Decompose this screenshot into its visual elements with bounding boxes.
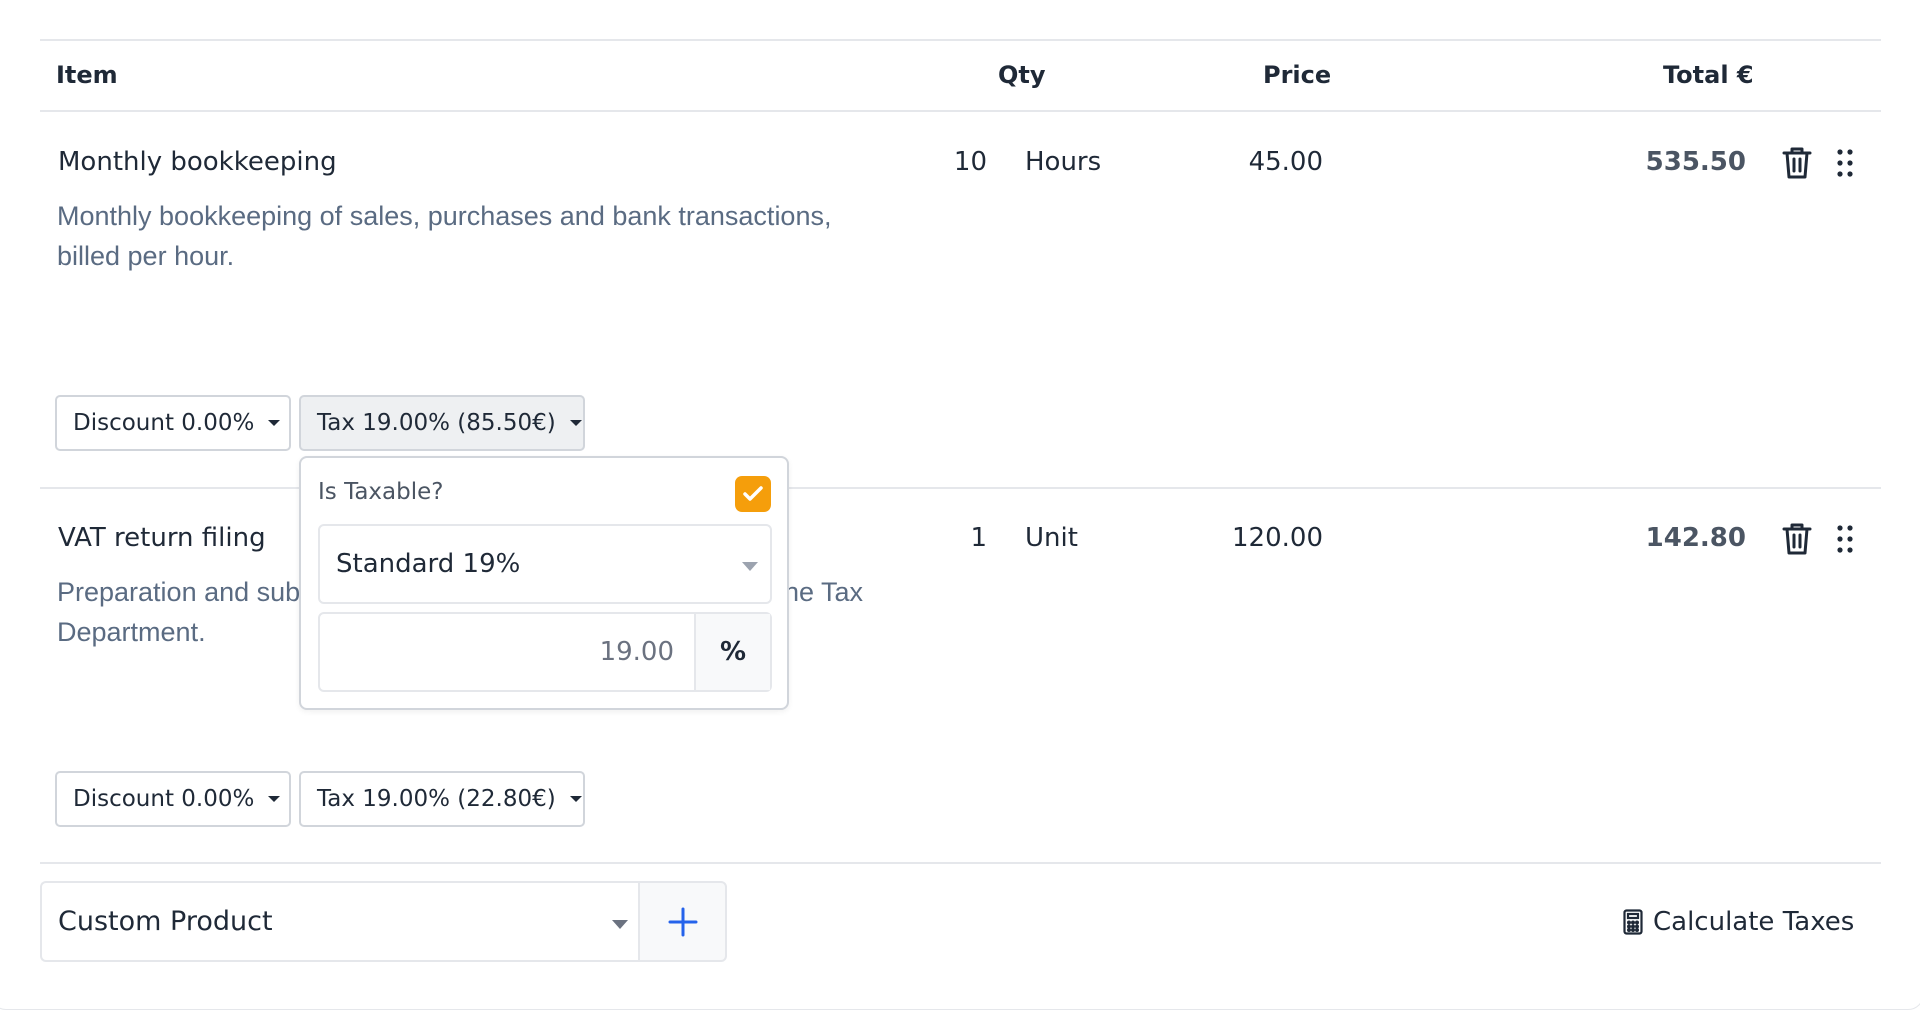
line-item-price[interactable]: 45.00 bbox=[1163, 147, 1323, 177]
line-item-title[interactable]: VAT return filing bbox=[58, 523, 266, 553]
plus-icon bbox=[668, 907, 697, 936]
line-item-title[interactable]: Monthly bookkeeping bbox=[58, 147, 337, 177]
line-item-qty[interactable]: 10 bbox=[927, 147, 987, 177]
calculate-taxes-button[interactable]: Calculate Taxes bbox=[1623, 903, 1854, 941]
trash-icon[interactable] bbox=[1777, 519, 1817, 559]
add-product-button[interactable] bbox=[638, 881, 727, 962]
chevron-down-icon bbox=[612, 920, 628, 929]
discount-dropdown[interactable]: Discount 0.00% bbox=[55, 395, 291, 451]
line-item-total: 142.80 bbox=[1645, 523, 1746, 553]
line-item-description-tail[interactable]: he Tax bbox=[784, 572, 904, 612]
column-header-item: Item bbox=[56, 61, 118, 89]
is-taxable-label: Is Taxable? bbox=[318, 479, 444, 505]
caret-down-icon bbox=[268, 420, 281, 426]
column-header-qty: Qty bbox=[998, 61, 1046, 89]
line-item-total: 535.50 bbox=[1645, 147, 1746, 177]
line-item-price[interactable]: 120.00 bbox=[1163, 523, 1323, 553]
row-divider bbox=[40, 862, 1881, 864]
discount-dropdown[interactable]: Discount 0.00% bbox=[55, 771, 291, 827]
caret-down-icon bbox=[569, 796, 582, 802]
column-header-total: Total € bbox=[1663, 61, 1754, 89]
tax-rate-input-value[interactable]: 19.00 bbox=[320, 614, 694, 690]
line-item-unit[interactable]: Unit bbox=[1025, 523, 1078, 553]
caret-down-icon bbox=[268, 796, 281, 802]
caret-down-icon bbox=[569, 420, 582, 426]
calculator-icon bbox=[1623, 909, 1643, 935]
is-taxable-checkbox[interactable] bbox=[735, 476, 771, 512]
discount-dropdown-label: Discount 0.00% bbox=[73, 786, 255, 812]
table-header: Item Qty Price Total € bbox=[40, 39, 1881, 112]
tax-dropdown[interactable]: Tax 19.00% (22.80€) bbox=[299, 771, 585, 827]
chevron-down-icon bbox=[742, 562, 758, 571]
product-select[interactable]: Custom Product bbox=[40, 881, 640, 962]
line-item-qty[interactable]: 1 bbox=[927, 523, 987, 553]
check-icon bbox=[743, 486, 763, 501]
drag-handle-icon[interactable] bbox=[1825, 519, 1865, 559]
tax-dropdown-label: Tax 19.00% (22.80€) bbox=[317, 786, 556, 812]
product-select-value: Custom Product bbox=[58, 906, 273, 937]
column-header-price: Price bbox=[1263, 61, 1332, 89]
line-item-unit[interactable]: Hours bbox=[1025, 147, 1101, 177]
tax-rate-select[interactable]: Standard 19% bbox=[318, 524, 772, 604]
trash-icon[interactable] bbox=[1777, 143, 1817, 183]
tax-rate-input[interactable]: 19.00 % bbox=[318, 612, 772, 692]
calculate-taxes-label: Calculate Taxes bbox=[1653, 907, 1855, 937]
drag-handle-icon[interactable] bbox=[1825, 143, 1865, 183]
line-item-description-line2[interactable]: Department. bbox=[57, 612, 317, 652]
discount-dropdown-label: Discount 0.00% bbox=[73, 410, 255, 436]
tax-popover: Is Taxable? Standard 19% 19.00 % bbox=[299, 456, 789, 710]
tax-dropdown-label: Tax 19.00% (85.50€) bbox=[317, 410, 556, 436]
line-item-description[interactable]: Preparation and sub bbox=[57, 572, 317, 612]
line-item-description[interactable]: Monthly bookkeeping of sales, purchases … bbox=[57, 196, 877, 276]
tax-dropdown[interactable]: Tax 19.00% (85.50€) bbox=[299, 395, 585, 451]
percent-addon: % bbox=[694, 614, 770, 690]
tax-rate-select-value: Standard 19% bbox=[336, 549, 521, 579]
